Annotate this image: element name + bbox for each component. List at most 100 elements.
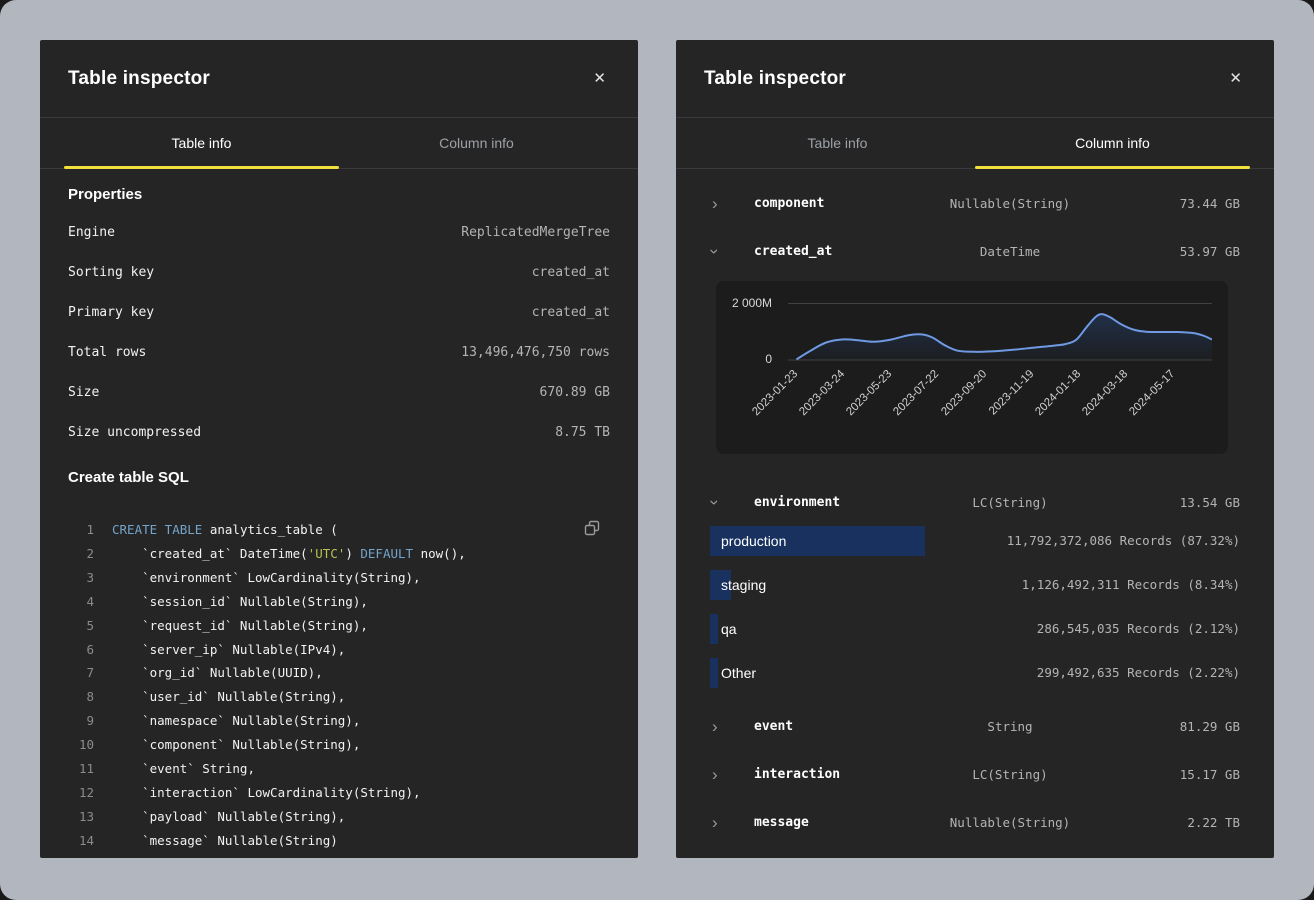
- column-name: created_at: [744, 244, 890, 259]
- column-info-content: ›componentNullable(String)73.44 GB›creat…: [676, 169, 1274, 846]
- chevron-right-icon[interactable]: ›: [710, 766, 744, 783]
- code-line: 3 `environment` LowCardinality(String),: [68, 566, 610, 590]
- code-token: `component` Nullable(String),: [112, 737, 360, 752]
- modal-title: Table inspector: [68, 68, 210, 90]
- column-size: 2.22 TB: [1130, 815, 1240, 830]
- property-row: EngineReplicatedMergeTree: [68, 212, 610, 252]
- code-token: `request_id` Nullable(String),: [112, 618, 368, 633]
- code-text: `event` String,: [112, 757, 255, 781]
- value-row-qa: qa286,545,035 Records (2.12%): [710, 614, 1240, 644]
- column-name: event: [744, 719, 890, 734]
- value-count: 11,792,372,086 Records (87.32%): [1007, 526, 1240, 556]
- chevron-right-icon[interactable]: ›: [710, 814, 744, 831]
- code-token: 'UTC': [308, 546, 346, 561]
- property-row: Sorting keycreated_at: [68, 252, 610, 292]
- x-axis-tick-label: 2023-09-20: [939, 368, 989, 418]
- area-chart-plot: [788, 281, 1212, 361]
- code-text: `user_id` Nullable(String),: [112, 685, 345, 709]
- copy-icon[interactable]: [578, 514, 606, 545]
- code-token: '/clickhouse/tables/{uuid}/{shard}': [345, 857, 608, 858]
- close-icon[interactable]: ✕: [1225, 67, 1246, 90]
- code-text: `session_id` Nullable(String),: [112, 590, 368, 614]
- y-axis-tick-max: 2 000M: [716, 296, 772, 310]
- code-token: `interaction` LowCardinality(String),: [112, 785, 421, 800]
- chevron-down-icon[interactable]: ›: [710, 494, 744, 511]
- line-number: 7: [68, 661, 94, 685]
- column-size: 73.44 GB: [1130, 196, 1240, 211]
- code-line: 6 `server_ip` Nullable(IPv4),: [68, 638, 610, 662]
- code-token: ): [112, 857, 127, 858]
- table-inspector-modal-table-info: Table inspector ✕ Table info Column info…: [40, 40, 638, 858]
- modal-header: Table inspector ✕: [40, 40, 638, 118]
- code-token: `org_id` Nullable(UUID),: [112, 665, 323, 680]
- column-row-created_at[interactable]: ›created_atDateTime53.97 GB: [710, 227, 1240, 275]
- line-number: 11: [68, 757, 94, 781]
- column-size: 13.54 GB: [1130, 495, 1240, 510]
- close-icon[interactable]: ✕: [589, 67, 610, 90]
- code-token: CREATE TABLE: [112, 522, 202, 537]
- chevron-right-icon[interactable]: ›: [710, 718, 744, 735]
- code-text: `org_id` Nullable(UUID),: [112, 661, 323, 685]
- property-row: Size 670.89 GB: [68, 372, 610, 412]
- code-token: ): [345, 546, 360, 561]
- column-type: String: [890, 719, 1130, 734]
- column-size: 53.97 GB: [1130, 244, 1240, 259]
- line-number: 1: [68, 518, 94, 542]
- column-row-component[interactable]: ›componentNullable(String)73.44 GB: [710, 179, 1240, 227]
- line-number: 4: [68, 590, 94, 614]
- property-value: 8.75 TB: [555, 425, 610, 440]
- page-background: Table inspector ✕ Table info Column info…: [0, 0, 1314, 900]
- column-size: 15.17 GB: [1130, 767, 1240, 782]
- chevron-right-icon[interactable]: ›: [710, 195, 744, 212]
- property-value: 13,496,476,750 rows: [461, 345, 610, 360]
- code-line: 10 `component` Nullable(String),: [68, 733, 610, 757]
- x-axis-labels: 2023-01-232023-03-242023-05-232023-07-22…: [788, 368, 1212, 448]
- property-label: Engine: [68, 225, 115, 240]
- code-token: DEFAULT: [360, 546, 413, 561]
- property-label: Primary key: [68, 305, 154, 320]
- tab-table-info[interactable]: Table info: [700, 118, 975, 168]
- property-label: Total rows: [68, 345, 146, 360]
- column-type: Nullable(String): [890, 196, 1130, 211]
- property-label: Sorting key: [68, 265, 154, 280]
- code-text: `created_at` DateTime('UTC') DEFAULT now…: [112, 542, 466, 566]
- property-label: Size: [68, 385, 99, 400]
- table-info-content: Properties EngineReplicatedMergeTreeSort…: [40, 186, 638, 858]
- x-axis-tick-label: 2024-05-17: [1127, 368, 1177, 418]
- code-line: 11 `event` String,: [68, 757, 610, 781]
- code-token: `session_id` Nullable(String),: [112, 594, 368, 609]
- tab-table-info[interactable]: Table info: [64, 118, 339, 168]
- line-number: 6: [68, 638, 94, 662]
- tab-bar: Table info Column info: [40, 118, 638, 169]
- code-text: ) ENGINE = ReplicatedMergeTree('/clickho…: [112, 853, 616, 858]
- code-token: now(),: [413, 546, 466, 561]
- value-row-other: Other299,492,635 Records (2.22%): [710, 658, 1240, 688]
- line-number: 15: [68, 853, 94, 858]
- code-token: `namespace` Nullable(String),: [112, 713, 360, 728]
- property-value: 670.89 GB: [540, 385, 610, 400]
- column-row-event[interactable]: ›eventString81.29 GB: [710, 702, 1240, 750]
- column-row-interaction[interactable]: ›interactionLC(String)15.17 GB: [710, 750, 1240, 798]
- x-axis-tick-label: 2023-03-24: [797, 368, 847, 418]
- modal-header: Table inspector ✕: [676, 40, 1274, 118]
- code-text: `namespace` Nullable(String),: [112, 709, 360, 733]
- property-label: Size uncompressed: [68, 425, 201, 440]
- x-axis-tick-label: 2023-01-23: [750, 368, 800, 418]
- tab-column-info[interactable]: Column info: [339, 118, 614, 168]
- chevron-down-icon[interactable]: ›: [710, 243, 744, 260]
- column-row-message[interactable]: ›messageNullable(String)2.22 TB: [710, 798, 1240, 846]
- column-name: message: [744, 815, 890, 830]
- column-name: environment: [744, 495, 890, 510]
- code-line: 4 `session_id` Nullable(String),: [68, 590, 610, 614]
- table-inspector-modal-column-info: Table inspector ✕ Table info Column info…: [676, 40, 1274, 858]
- code-text: `payload` Nullable(String),: [112, 805, 345, 829]
- value-label: production: [710, 526, 786, 556]
- code-line: 14 `message` Nullable(String): [68, 829, 610, 853]
- tab-column-info[interactable]: Column info: [975, 118, 1250, 168]
- value-label: Other: [710, 658, 756, 688]
- code-line: 9 `namespace` Nullable(String),: [68, 709, 610, 733]
- code-token: `created_at` DateTime(: [112, 546, 308, 561]
- code-token: `server_ip` Nullable(IPv4),: [112, 642, 345, 657]
- code-text: CREATE TABLE analytics_table (: [112, 518, 338, 542]
- column-row-environment[interactable]: ›environmentLC(String)13.54 GB: [710, 478, 1240, 526]
